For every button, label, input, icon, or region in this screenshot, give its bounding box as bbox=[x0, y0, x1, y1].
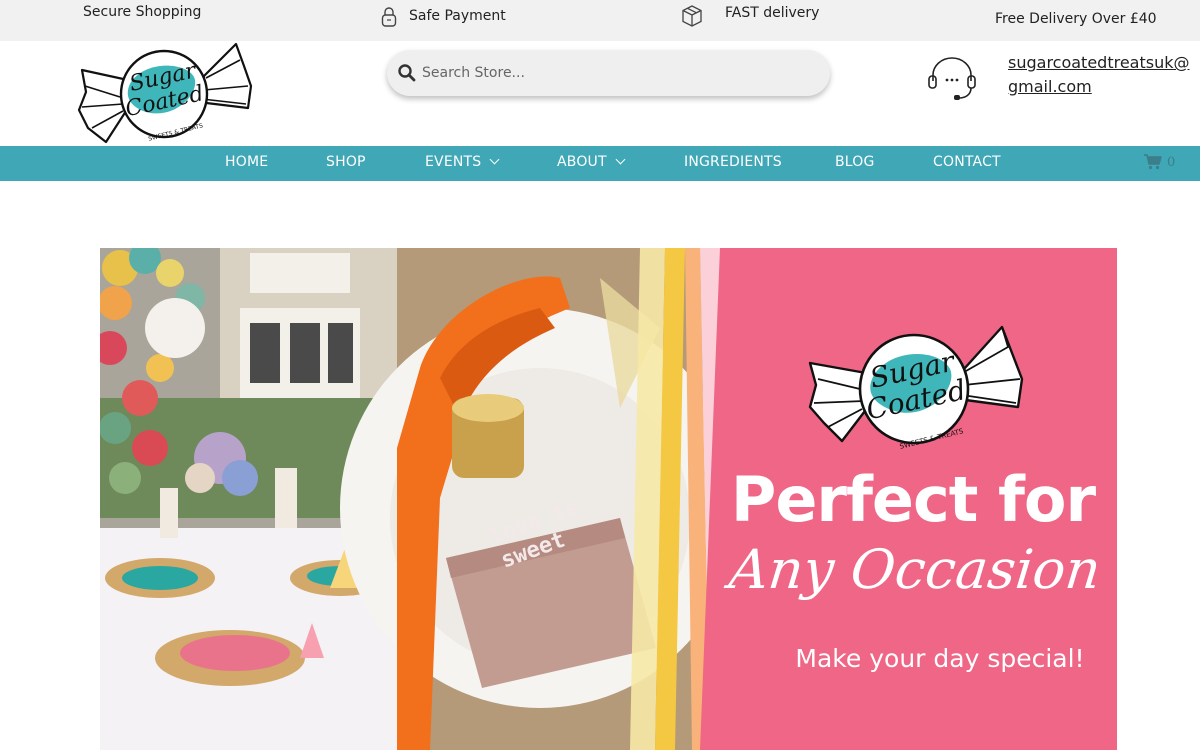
cart-count[interactable]: 0 bbox=[1167, 155, 1175, 170]
cart-icon[interactable] bbox=[1144, 154, 1162, 170]
main-navigation: HOME SHOP EVENTS ABOUT INGREDIENTS BLOG … bbox=[0, 146, 1200, 181]
headset-icon bbox=[928, 57, 976, 100]
lock-icon bbox=[381, 7, 397, 27]
chevron-down-icon bbox=[615, 154, 626, 165]
nav-item-ingredients[interactable]: INGREDIENTS bbox=[684, 146, 782, 181]
hero-tagline: Make your day special! bbox=[795, 644, 1085, 673]
contact-email-link[interactable]: sugarcoatedtreatsuk@ gmail.com bbox=[1008, 51, 1198, 99]
nav-item-events[interactable]: EVENTS bbox=[425, 146, 500, 181]
free-delivery-text: Free Delivery Over £40 bbox=[995, 11, 1157, 27]
chevron-down-icon bbox=[489, 154, 500, 165]
email-line-2: gmail.com bbox=[1008, 77, 1092, 96]
search-icon[interactable] bbox=[397, 63, 417, 83]
hero-logo: Sugar Coated SWEETS & TREATS bbox=[808, 325, 1024, 451]
hero-headline: Perfect for bbox=[730, 463, 1096, 536]
fast-delivery-text: FAST delivery bbox=[725, 5, 820, 21]
secure-shopping-text: Secure Shopping bbox=[83, 4, 202, 20]
hero-banner[interactable]: love is sweet Sugar Coated SWEETS & TREA… bbox=[100, 248, 1117, 750]
nav-item-home[interactable]: HOME bbox=[225, 146, 268, 181]
search-input[interactable] bbox=[422, 58, 812, 88]
safe-payment-text: Safe Payment bbox=[409, 8, 506, 24]
site-logo[interactable]: Sugar Coated SWEETS & TREATS bbox=[76, 42, 254, 146]
package-icon bbox=[682, 5, 702, 27]
email-line-1: sugarcoatedtreatsuk@ bbox=[1008, 53, 1190, 72]
nav-item-shop[interactable]: SHOP bbox=[326, 146, 366, 181]
nav-item-about[interactable]: ABOUT bbox=[557, 146, 626, 181]
nav-item-contact[interactable]: CONTACT bbox=[933, 146, 1001, 181]
search-bar[interactable] bbox=[387, 50, 830, 96]
nav-item-blog[interactable]: BLOG bbox=[835, 146, 875, 181]
hero-script-text: Any Occasion bbox=[726, 538, 1104, 601]
top-info-bar: Secure Shopping Safe Payment FAST delive… bbox=[0, 0, 1200, 41]
